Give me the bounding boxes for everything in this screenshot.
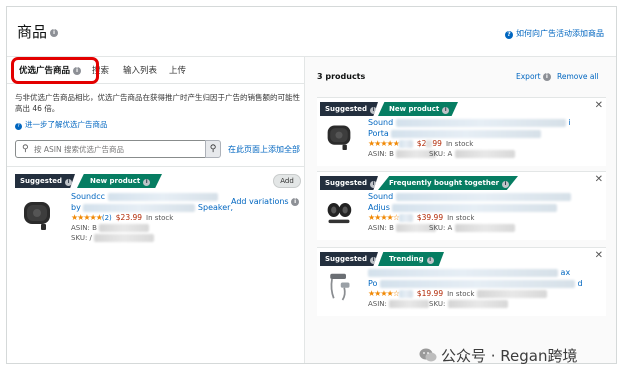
- products-panel: 商品 i ? 如何向广告活动添加商品 优选广告商品 i 搜索 输入列表 上传 与非优…: [6, 6, 617, 364]
- howto-link[interactable]: ? 如何向广告活动添加商品: [505, 28, 604, 39]
- new-product-badge: New product i: [77, 174, 162, 188]
- selected-product-card: Suggested i Trending i ✕ ax Po d ★★★★☆ $19.…: [317, 247, 606, 316]
- product-thumbnail: [24, 202, 50, 230]
- star-rating: ★★★★★: [368, 139, 400, 148]
- search-input[interactable]: [34, 143, 214, 155]
- highlight-box: [11, 57, 99, 84]
- rating-row: ★★★★★ $2 99 In stock: [368, 139, 473, 148]
- selected-products-header: 3 products Export i Remove all: [305, 57, 616, 97]
- remove-all-link[interactable]: Remove all: [557, 72, 599, 81]
- stock-status: In stock: [146, 214, 174, 222]
- suggested-badge: Suggested i: [320, 102, 378, 116]
- stock-status: In stock: [447, 214, 475, 222]
- product-title-line2[interactable]: Adjus: [368, 202, 558, 213]
- info-icon[interactable]: i: [143, 179, 151, 186]
- sku-row: SKU: /: [71, 234, 155, 242]
- add-all-link[interactable]: 在此页面上添加全部: [228, 144, 300, 155]
- info-icon[interactable]: i: [370, 107, 378, 114]
- product-title[interactable]: Sound: [368, 191, 571, 202]
- price: $19.99: [416, 289, 444, 298]
- product-title[interactable]: Sound i: [368, 117, 571, 128]
- frequently-bought-together-badge: Frequently bought together i: [378, 176, 518, 190]
- selected-product-card: Suggested i New product i ✕ Sound i Porta …: [317, 97, 606, 166]
- earbuds-thumbnail: [327, 203, 352, 224]
- price: $23.99: [115, 213, 143, 222]
- sku-row: SKU:: [429, 300, 508, 308]
- rating-row: ★★★★☆ $19.99 In stock: [368, 289, 547, 298]
- divider: [7, 166, 305, 167]
- info-icon[interactable]: i: [50, 29, 59, 37]
- cable-adapter-thumbnail: [330, 273, 350, 301]
- page-title: 商品 i: [17, 21, 59, 42]
- tab-upload[interactable]: 上传: [169, 64, 186, 76]
- info-icon[interactable]: i: [65, 179, 73, 186]
- stock-status: In stock: [445, 140, 474, 148]
- info-icon[interactable]: i: [370, 257, 378, 264]
- stock-status: In stock: [447, 290, 475, 298]
- search-icon: ⚲: [22, 144, 29, 154]
- star-rating: ★★★★★: [71, 213, 103, 222]
- star-rating: ★★★★☆: [368, 213, 400, 222]
- info-icon[interactable]: i: [370, 181, 378, 188]
- tab-enter-list[interactable]: 输入列表: [123, 64, 157, 76]
- asin-row: ASIN: B: [368, 150, 437, 158]
- suggested-badge: Suggested i: [320, 252, 378, 266]
- tab-bar: 优选广告商品 i 搜索 输入列表 上传: [7, 57, 305, 84]
- sku-row: SKU: A: [429, 150, 515, 158]
- blurred-text: [83, 203, 196, 212]
- info-icon[interactable]: i: [502, 181, 510, 188]
- rating-row: ★★★★★(2) $23.99 In stock: [71, 213, 174, 222]
- add-button[interactable]: Add: [273, 174, 301, 188]
- info-icon[interactable]: i: [442, 107, 450, 114]
- help-icon: ?: [505, 31, 513, 39]
- panel-header: 商品 i ? 如何向广告活动添加商品: [7, 7, 616, 57]
- export-link[interactable]: Export i: [516, 72, 551, 81]
- asin-search-box[interactable]: ⚲: [15, 140, 220, 158]
- asin-row: ASIN: B: [368, 224, 437, 232]
- product-thumbnail: [327, 125, 351, 150]
- watermark: 公众号 · Regan跨境: [419, 345, 578, 366]
- close-icon[interactable]: ✕: [595, 174, 603, 185]
- star-rating: ★★★★☆: [368, 289, 400, 298]
- product-count: 3 products: [317, 72, 366, 81]
- learn-more-link[interactable]: ? 进一步了解优选广告商品: [15, 119, 108, 130]
- asin-row: ASIN:: [368, 300, 430, 308]
- new-product-badge: New product i: [378, 102, 458, 116]
- suggested-product-card: Suggested i New product i Add Soundcc by S…: [7, 174, 305, 244]
- asin-row: ASIN: B: [71, 224, 150, 232]
- blurred-text: [107, 192, 218, 201]
- info-icon[interactable]: i: [426, 257, 434, 264]
- suggested-badge: Suggested i: [320, 176, 378, 190]
- wechat-icon: [419, 348, 437, 362]
- sku-row: SKU: A: [429, 224, 515, 232]
- trending-badge: Trending i: [378, 252, 444, 266]
- right-pane: 3 products Export i Remove all Suggested…: [305, 57, 616, 363]
- suggested-description: 与非优选广告商品相比，优选广告商品在获得推广时产生归因于广告的销售额的可能性高出…: [15, 93, 300, 113]
- search-button[interactable]: ⚲: [205, 140, 221, 158]
- selected-product-card: Suggested i Frequently bought together i ✕…: [317, 171, 606, 240]
- help-icon: ?: [15, 123, 22, 130]
- info-icon[interactable]: i: [291, 197, 300, 206]
- product-title[interactable]: Soundcc: [71, 191, 218, 202]
- price: $2 99: [416, 139, 442, 148]
- add-variations-link[interactable]: Add variations i: [231, 197, 300, 206]
- product-title[interactable]: ax: [368, 267, 570, 278]
- product-title-line2[interactable]: Porta: [368, 128, 542, 139]
- rating-row: ★★★★☆ $39.99 In stock: [368, 213, 474, 222]
- left-pane: 优选广告商品 i 搜索 输入列表 上传 与非优选广告商品相比，优选广告商品在获得…: [7, 57, 305, 363]
- close-icon[interactable]: ✕: [595, 100, 603, 111]
- product-title-line2[interactable]: Po d: [368, 278, 583, 289]
- suggested-badge: Suggested i: [15, 174, 75, 188]
- info-icon[interactable]: i: [542, 73, 551, 81]
- product-title-line2[interactable]: by Speaker,: [71, 202, 233, 213]
- close-icon[interactable]: ✕: [595, 250, 603, 261]
- price: $39.99: [416, 213, 444, 222]
